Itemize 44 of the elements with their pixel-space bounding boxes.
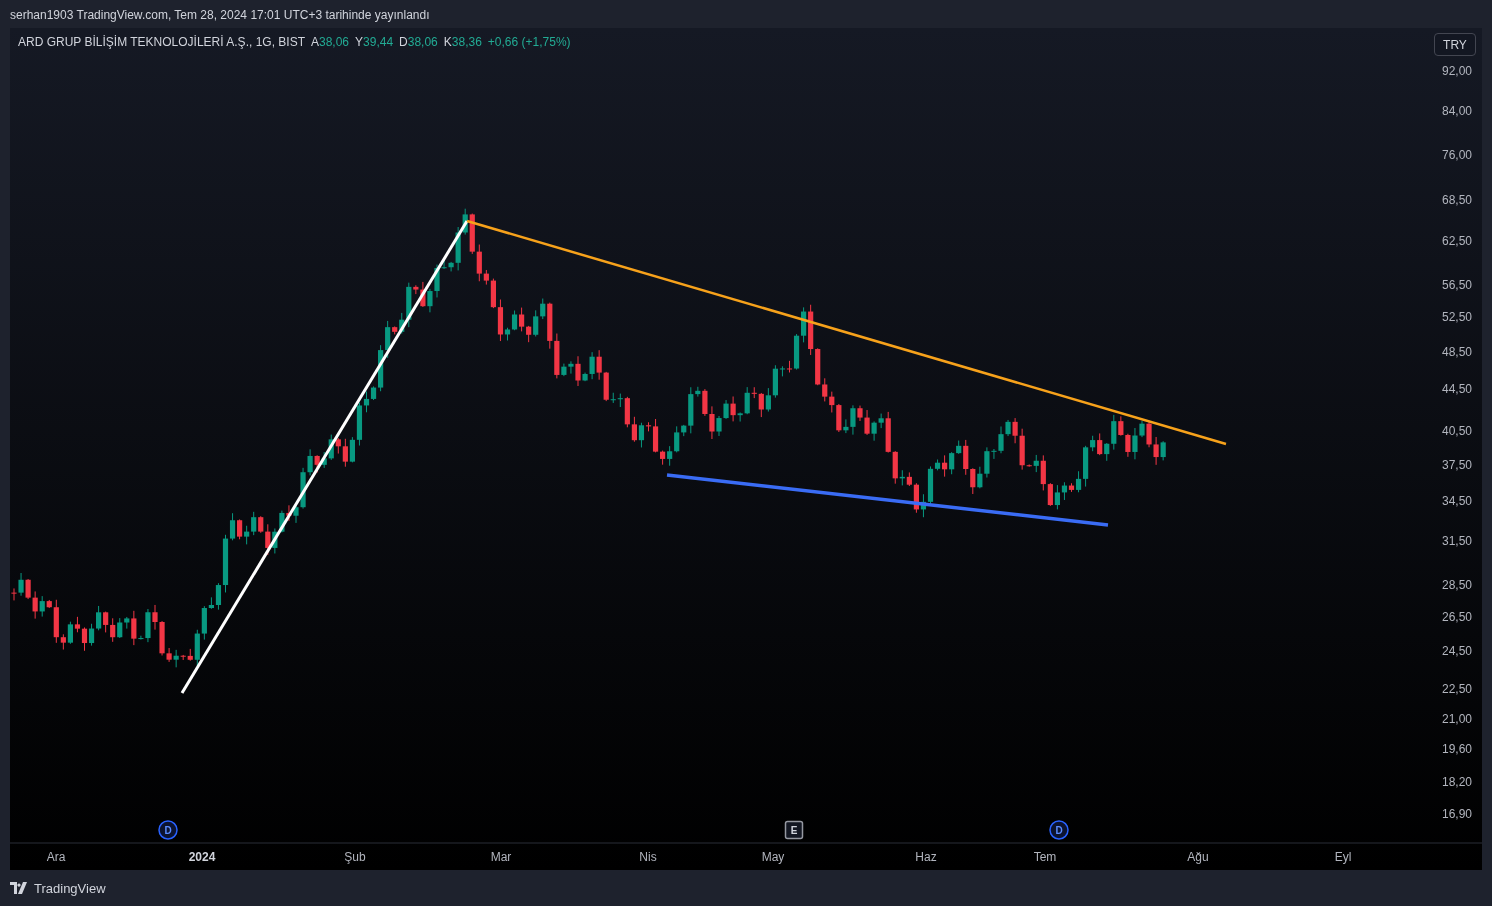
price-label: 40,50: [1441, 423, 1472, 438]
price-label: 44,50: [1441, 382, 1472, 397]
logo-icon: [10, 882, 30, 894]
price-label: 28,50: [1441, 577, 1472, 592]
published-caption: serhan1903 TradingView.com, Tem 28, 2024 17:01 UTC+3 tarihinde yayınlandı: [9, 7, 431, 24]
price-change: +0,66 (+1,75%): [487, 35, 571, 49]
price-label: 18,20: [1441, 774, 1472, 789]
currency-button[interactable]: TRY: [1434, 33, 1476, 56]
price-label: 31,50: [1441, 534, 1472, 548]
price-label: 19,60: [1441, 742, 1472, 757]
brand-name: TradingView: [34, 880, 106, 896]
ohlc-value: K38,36: [443, 35, 482, 49]
time-label: Şub: [344, 850, 366, 864]
dividend-marker[interactable]: D: [158, 820, 178, 840]
time-label: Tem: [1033, 850, 1057, 864]
time-label: Ara: [46, 850, 66, 864]
price-label: 92,00: [1441, 64, 1472, 78]
earnings-marker[interactable]: E: [784, 820, 804, 840]
time-label: Eyl: [1334, 850, 1352, 864]
time-label: Nis: [639, 850, 657, 864]
price-label: 21,00: [1441, 711, 1472, 726]
price-label: 62,50: [1441, 233, 1472, 248]
ohlc-value: D38,06: [399, 35, 438, 49]
symbol-title: ARD GRUP BİLİŞİM TEKNOLOJİLERİ A.Ş., 1G, BIST: [18, 35, 305, 49]
price-label: 26,50: [1441, 609, 1472, 624]
time-label: May: [761, 850, 785, 864]
price-label: 84,00: [1441, 103, 1472, 118]
price-label: 48,50: [1441, 344, 1472, 359]
time-label: 2024: [188, 850, 216, 864]
price-label: 52,50: [1441, 310, 1472, 324]
time-label: Mar: [490, 850, 512, 864]
price-label: 24,50: [1441, 644, 1472, 659]
price-label: 68,50: [1441, 193, 1472, 208]
price-label: 16,90: [1441, 807, 1472, 822]
price-label: 76,00: [1441, 147, 1472, 162]
price-label: 22,50: [1441, 681, 1472, 696]
time-label: Ağu: [1187, 850, 1209, 864]
price-label: 56,50: [1441, 277, 1472, 292]
ohlc-value: Y39,44: [355, 35, 394, 49]
price-label: 37,50: [1441, 457, 1472, 472]
dividend-marker[interactable]: D: [1049, 820, 1069, 840]
price-label: 34,50: [1441, 494, 1472, 509]
time-label: Haz: [915, 850, 937, 864]
ohlc-value: A38,06: [311, 35, 350, 49]
